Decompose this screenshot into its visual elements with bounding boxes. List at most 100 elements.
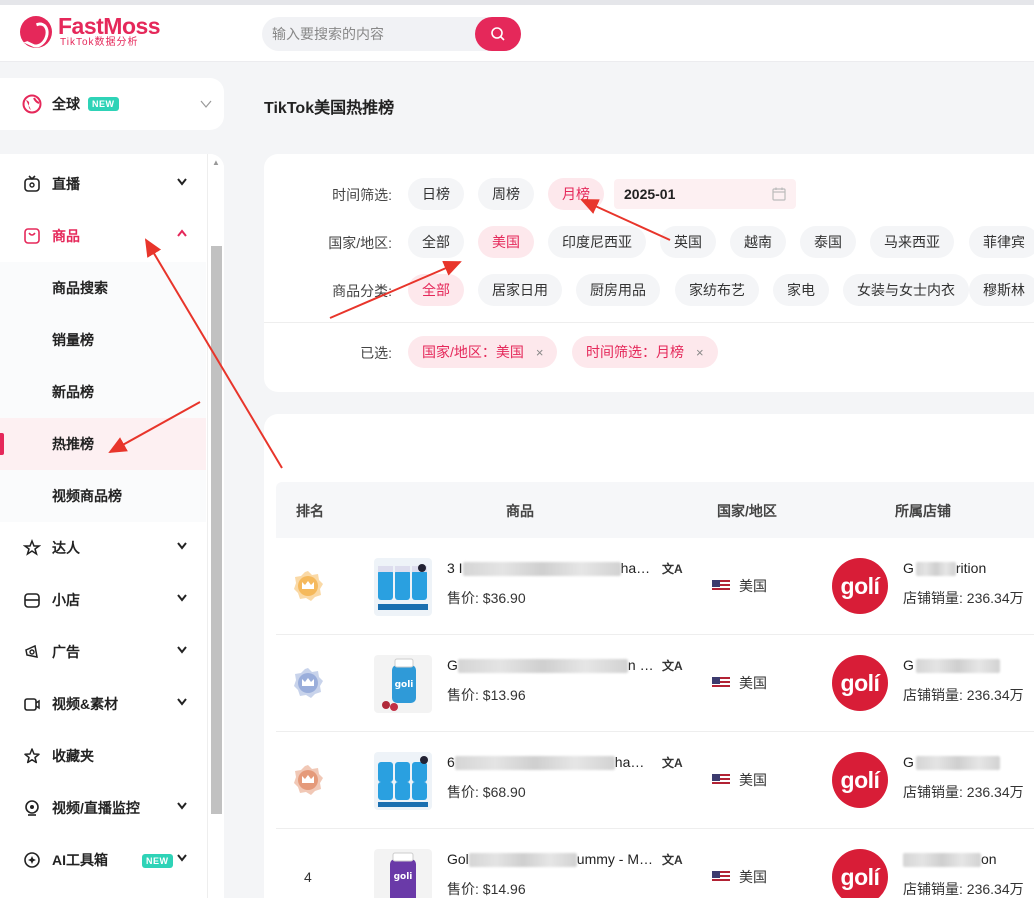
svg-text:goli: goli: [395, 680, 414, 690]
sidebar-sub-sales-rank[interactable]: 销量榜: [0, 314, 206, 366]
scrollbar-thumb[interactable]: [211, 246, 222, 814]
time-filter-label: 时间筛选:: [332, 187, 392, 203]
bronze-medal-icon: [294, 765, 323, 795]
sidebar-scrollbar[interactable]: ▲: [207, 154, 224, 898]
new-badge: NEW: [142, 854, 173, 868]
gold-medal-icon: [294, 571, 323, 601]
sidebar: 直播 商品 商品搜索 销量榜 新品榜 热推榜 视频商品榜 达人 小店 广告 视频…: [0, 154, 224, 898]
shop-name[interactable]: Grition: [903, 560, 986, 577]
country-option-indonesia[interactable]: 印度尼西亚: [548, 226, 646, 258]
chevron-down-icon: [177, 854, 187, 862]
sidebar-item-label: 达人: [52, 540, 80, 556]
region-selector[interactable]: 全球 NEW: [0, 78, 224, 130]
chevron-down-icon: [200, 100, 212, 108]
us-flag-icon: [712, 677, 730, 689]
header-rank[interactable]: 排名: [296, 501, 324, 521]
sidebar-item-influencer[interactable]: 达人: [0, 522, 206, 574]
product-name[interactable]: 6 ha…: [447, 754, 644, 771]
time-option-weekly[interactable]: 周榜: [478, 178, 534, 210]
product-name[interactable]: Gol ummy - M…: [447, 851, 653, 868]
selected-tag-country[interactable]: 国家/地区：美国 ×: [408, 336, 558, 368]
sidebar-item-product[interactable]: 商品: [0, 210, 206, 262]
sidebar-item-monitor[interactable]: 视频/直播监控: [0, 782, 206, 834]
shop-logo[interactable]: golí: [832, 558, 888, 614]
country-option-us[interactable]: 美国: [478, 226, 534, 258]
ai-icon: [22, 850, 42, 870]
translate-icon[interactable]: 文A: [662, 657, 683, 674]
translate-icon[interactable]: 文A: [662, 560, 683, 577]
us-flag-icon: [712, 774, 730, 786]
category-option-appliances[interactable]: 家电: [773, 274, 829, 306]
product-thumbnail[interactable]: [374, 752, 432, 810]
selected-tag-text: 国家/地区：美国: [422, 344, 524, 360]
sidebar-item-ai-tools[interactable]: AI工具箱 NEW: [0, 834, 206, 886]
close-icon[interactable]: ×: [696, 345, 704, 360]
category-option-all[interactable]: 全部: [408, 274, 464, 306]
sidebar-item-live[interactable]: 直播: [0, 158, 206, 210]
logo-mark-icon: [20, 16, 52, 48]
close-icon[interactable]: ×: [536, 345, 544, 360]
country-option-thailand[interactable]: 泰国: [800, 226, 856, 258]
product-name[interactable]: 3 Iha…: [447, 560, 650, 577]
sidebar-sub-video-product-rank[interactable]: 视频商品榜: [0, 470, 206, 522]
chevron-down-icon: [177, 178, 187, 186]
product-name[interactable]: Gn …: [447, 657, 654, 674]
category-option-home[interactable]: 居家日用: [478, 274, 562, 306]
product-thumbnail[interactable]: goli: [374, 849, 432, 898]
scroll-up-icon[interactable]: ▲: [212, 158, 220, 167]
time-option-monthly[interactable]: 月榜: [548, 178, 604, 210]
sidebar-sub-new-rank[interactable]: 新品榜: [0, 366, 206, 418]
sidebar-item-video-material[interactable]: 视频&素材: [0, 678, 206, 730]
shop-logo[interactable]: golí: [832, 752, 888, 808]
country-option-malaysia[interactable]: 马来西亚: [870, 226, 954, 258]
search-input[interactable]: [262, 17, 476, 51]
shop-logo[interactable]: golí: [832, 655, 888, 711]
table-header: 排名 商品 国家/地区 所属店铺: [276, 482, 1034, 538]
selected-tag-time[interactable]: 时间筛选：月榜 ×: [572, 336, 718, 368]
sidebar-item-label: 商品: [52, 228, 80, 244]
sub-item-label: 销量榜: [52, 332, 94, 348]
fastmoss-logo[interactable]: FastMoss TikTok数据分析: [20, 15, 161, 49]
us-flag-icon: [712, 580, 730, 592]
influencer-icon: [22, 538, 42, 558]
shop-name[interactable]: G: [903, 754, 1000, 771]
country-option-all[interactable]: 全部: [408, 226, 464, 258]
sidebar-item-favorites[interactable]: 收藏夹: [0, 730, 206, 782]
shop-logo[interactable]: golí: [832, 849, 888, 898]
category-option-muslim[interactable]: 穆斯林: [969, 274, 1034, 306]
translate-icon[interactable]: 文A: [662, 851, 683, 868]
category-filter-label: 商品分类:: [332, 283, 392, 299]
table-row[interactable]: goli Gn … 文A 售价: $13.96 美国 golí G 店铺销量: …: [276, 635, 1034, 732]
product-thumbnail[interactable]: goli: [374, 655, 432, 713]
page-title: TikTok美国热推榜: [264, 100, 395, 117]
sidebar-item-ads[interactable]: 广告: [0, 626, 206, 678]
table-row[interactable]: 4 goli Gol ummy - M… 文A 售价: $14.96 美国 gol…: [276, 829, 1034, 898]
search-button[interactable]: [475, 17, 521, 51]
silver-medal-icon: [294, 668, 323, 698]
country-option-vietnam[interactable]: 越南: [730, 226, 786, 258]
time-option-daily[interactable]: 日榜: [408, 178, 464, 210]
divider: [264, 322, 1034, 323]
selected-tag-text: 时间筛选：月榜: [586, 344, 684, 360]
chevron-down-icon: [177, 802, 187, 810]
shop-name[interactable]: on: [903, 851, 997, 868]
table-row[interactable]: 6 ha… 文A 售价: $68.90 美国 golí G 店铺销量: 236.3…: [276, 732, 1034, 829]
shop-name[interactable]: G: [903, 657, 1000, 674]
month-picker[interactable]: 2025-01: [614, 179, 796, 209]
sub-item-label: 商品搜索: [52, 280, 108, 296]
sidebar-item-shop[interactable]: 小店: [0, 574, 206, 626]
sub-item-label: 热推榜: [52, 436, 94, 452]
category-option-womenswear[interactable]: 女装与女士内衣: [843, 274, 969, 306]
product-price: 售价: $68.90: [447, 784, 526, 800]
table-row[interactable]: 3 Iha… 文A 售价: $36.90 美国 golí Grition 店铺销…: [276, 538, 1034, 635]
country-option-uk[interactable]: 英国: [660, 226, 716, 258]
category-option-kitchen[interactable]: 厨房用品: [576, 274, 660, 306]
sidebar-sub-hot-rank[interactable]: 热推榜: [0, 418, 206, 470]
search-bar: [262, 17, 521, 51]
category-option-textiles[interactable]: 家纺布艺: [675, 274, 759, 306]
sidebar-sub-product-search[interactable]: 商品搜索: [0, 262, 206, 314]
product-thumbnail[interactable]: [374, 558, 432, 616]
translate-icon[interactable]: 文A: [662, 754, 683, 771]
country-option-philippines[interactable]: 菲律宾: [969, 226, 1034, 258]
search-icon: [491, 27, 505, 41]
